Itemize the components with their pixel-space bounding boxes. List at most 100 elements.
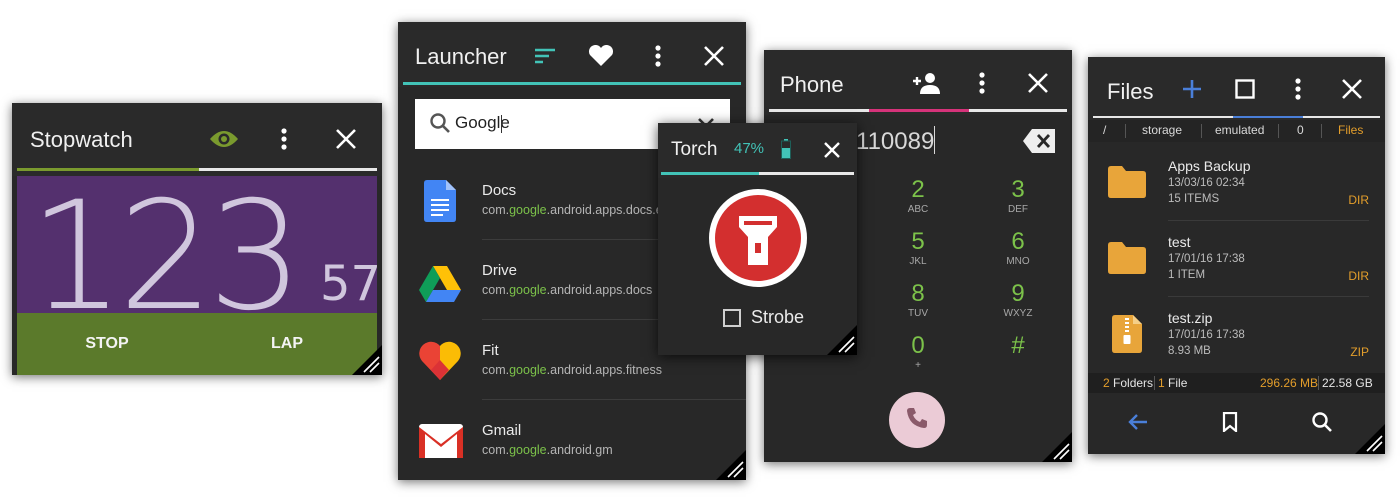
list-item[interactable]: Gmail com.google.android.gm <box>398 400 746 480</box>
dial-number-input[interactable]: 110089 <box>856 128 934 156</box>
resize-icon[interactable] <box>827 325 857 355</box>
stopwatch-buttons: STOP LAP <box>17 313 377 375</box>
resize-icon[interactable] <box>352 345 382 375</box>
phone-tab-indicator-inactive-2 <box>969 109 1067 112</box>
stopwatch-window: Stopwatch 123 57 STOP LAP <box>12 103 382 375</box>
app-name: Gmail <box>482 422 522 439</box>
dial-key-8[interactable]: 8 TUV <box>868 280 968 332</box>
dial-key-9[interactable]: 9 WXYZ <box>968 280 1068 332</box>
files-tab-indicator-inactive-2 <box>1303 116 1380 118</box>
dial-key-5[interactable]: 5 JKL <box>868 228 968 280</box>
stop-button[interactable]: STOP <box>17 313 197 375</box>
list-item[interactable]: test 17/01/16 17:38 1 ITEM DIR <box>1088 221 1385 297</box>
breadcrumb-separator <box>1278 124 1279 138</box>
close-icon[interactable] <box>330 123 362 155</box>
files-title: Files <box>1107 79 1154 104</box>
launcher-titlebar[interactable]: Launcher <box>398 22 746 87</box>
resize-icon[interactable] <box>716 450 746 480</box>
folder-icon <box>1108 242 1146 279</box>
dial-key-0[interactable]: 0 + <box>868 332 968 384</box>
sort-icon[interactable] <box>530 42 560 70</box>
strobe-toggle[interactable]: Strobe <box>723 307 804 328</box>
launcher-tab-indicator-2 <box>515 82 741 85</box>
files-summary: 1 File <box>1158 376 1188 390</box>
drive-icon <box>418 264 462 309</box>
status-bar: 2 Folders 1 File 296.26 MB 22.58 GB <box>1088 373 1385 393</box>
torch-title: Torch <box>671 139 718 160</box>
close-icon[interactable] <box>1336 75 1368 103</box>
close-icon[interactable] <box>698 42 730 70</box>
text-cursor <box>934 126 935 154</box>
app-name: Fit <box>482 342 499 359</box>
resize-icon[interactable] <box>1042 432 1072 462</box>
status-separator <box>1318 376 1319 390</box>
strobe-label: Strobe <box>751 307 805 327</box>
more-vert-icon[interactable] <box>1288 75 1308 103</box>
add-contact-icon[interactable] <box>909 68 943 98</box>
status-separator <box>1154 376 1155 390</box>
file-type: DIR <box>1348 269 1369 283</box>
launcher-tab-indicator <box>403 82 515 85</box>
phone-tab-indicator <box>869 109 969 112</box>
phone-titlebar[interactable]: Phone <box>764 50 1072 115</box>
backspace-icon[interactable] <box>1022 128 1056 159</box>
add-icon[interactable] <box>1178 75 1206 103</box>
file-date: 17/01/16 17:38 <box>1168 253 1245 265</box>
dial-key-hash[interactable]: # <box>968 332 1068 384</box>
torch-titlebar[interactable]: Torch 47% <box>658 123 857 178</box>
gmail-icon <box>419 424 463 463</box>
close-icon[interactable] <box>818 136 846 164</box>
back-arrow-icon[interactable] <box>1128 413 1148 436</box>
strobe-checkbox[interactable] <box>723 308 741 327</box>
file-name: test <box>1168 234 1191 250</box>
search-icon[interactable] <box>1311 411 1333 438</box>
list-item[interactable]: test.zip 17/01/16 17:38 8.93 MB ZIP <box>1088 297 1385 373</box>
battery-icon <box>781 139 791 164</box>
bottom-nav <box>1088 393 1385 454</box>
app-name: Drive <box>482 262 518 279</box>
used-space: 296.26 MB <box>1260 376 1319 390</box>
zip-icon <box>1112 315 1142 358</box>
more-vert-icon[interactable] <box>274 123 294 155</box>
list-item[interactable]: Apps Backup 13/03/16 02:34 15 ITEMS DIR <box>1088 145 1385 221</box>
stopwatch-titlebar[interactable]: Stopwatch <box>12 103 382 176</box>
breadcrumb-item[interactable]: emulated <box>1215 123 1264 137</box>
lap-button[interactable]: LAP <box>197 313 377 375</box>
resize-icon[interactable] <box>1355 424 1385 454</box>
files-tab-indicator <box>1233 116 1303 118</box>
breadcrumb-separator <box>1201 124 1202 138</box>
dial-key-3[interactable]: 3 DEF <box>968 176 1068 228</box>
file-detail: 1 ITEM <box>1168 269 1206 281</box>
app-package: com.google.android.apps.docs.e <box>482 203 663 217</box>
close-icon[interactable] <box>1022 68 1054 98</box>
eye-icon[interactable] <box>206 123 242 155</box>
heart-icon[interactable] <box>586 42 616 70</box>
flashlight-button[interactable] <box>709 189 807 292</box>
more-vert-icon[interactable] <box>972 68 992 98</box>
battery-percent: 47% <box>734 140 765 157</box>
more-vert-icon[interactable] <box>648 42 668 70</box>
files-window: Files / storage emulated 0 Files Apps Ba… <box>1088 57 1385 454</box>
files-titlebar[interactable]: Files <box>1088 57 1385 120</box>
breadcrumb-item[interactable]: storage <box>1142 123 1182 137</box>
stopwatch-title: Stopwatch <box>30 127 133 152</box>
breadcrumb-item[interactable]: 0 <box>1297 123 1304 137</box>
breadcrumb-item-current[interactable]: Files <box>1338 123 1363 137</box>
app-package: com.google.android.apps.docs <box>482 283 653 297</box>
breadcrumb-item[interactable]: / <box>1103 123 1106 137</box>
folder-icon <box>1108 166 1146 203</box>
phone-icon <box>905 406 929 435</box>
dial-key-6[interactable]: 6 MNO <box>968 228 1068 280</box>
fit-icon <box>418 340 462 385</box>
file-date: 17/01/16 17:38 <box>1168 329 1245 341</box>
dial-key-2[interactable]: 2 ABC <box>868 176 968 228</box>
docs-icon <box>424 180 456 227</box>
select-icon[interactable] <box>1231 75 1259 103</box>
call-button[interactable] <box>889 392 945 448</box>
breadcrumb-separator <box>1321 124 1322 138</box>
app-package: com.google.android.gm <box>482 443 613 457</box>
phone-title: Phone <box>780 72 844 97</box>
bookmark-icon[interactable] <box>1222 411 1238 437</box>
launcher-title: Launcher <box>415 44 507 69</box>
stopwatch-display: 123 57 <box>17 170 381 344</box>
